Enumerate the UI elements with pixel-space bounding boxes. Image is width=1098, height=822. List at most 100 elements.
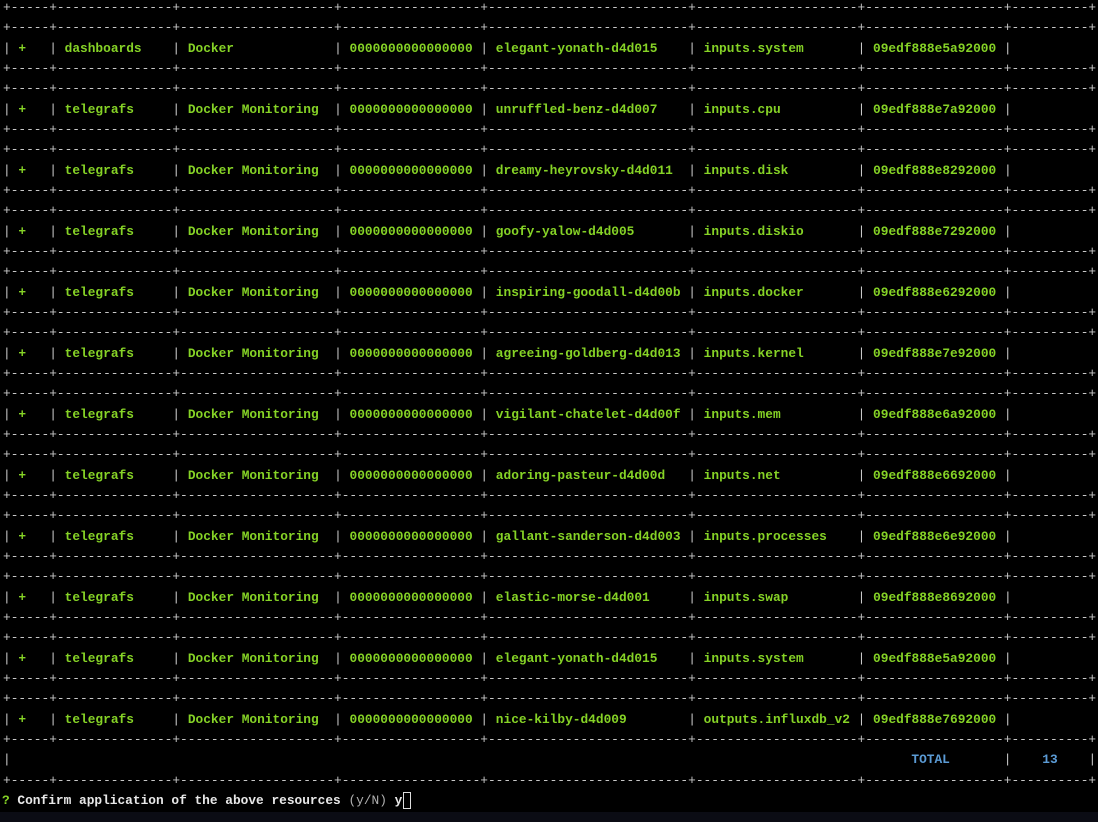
table-border: +-----+---------------+-----------------… <box>3 365 1097 381</box>
cell-stack: 09edf888e5a92000 <box>873 40 997 56</box>
cell-resource: inputs.system <box>703 650 804 666</box>
table-border: +-----+---------------+-----------------… <box>3 548 1097 564</box>
cell-divider: | <box>172 467 181 483</box>
cell-divider: | <box>688 101 696 117</box>
cell-kind: telegrafs <box>64 345 134 361</box>
cell-divider: | <box>480 650 489 666</box>
cell-divider: | <box>49 284 57 300</box>
cell-kind: telegrafs <box>64 406 134 422</box>
cell-divider: | <box>49 40 57 56</box>
cell-name: Docker Monitoring <box>187 284 319 300</box>
cell-name: Docker Monitoring <box>187 101 319 117</box>
cell-resource: outputs.influxdb_v2 <box>703 711 850 727</box>
cell-divider: | <box>49 589 57 605</box>
cell-action: + <box>18 711 27 727</box>
table-border: +-----+---------------+-----------------… <box>3 447 1097 463</box>
cell-divider: | <box>334 589 342 605</box>
table-row: | + | telegrafs | Docker Monitoring | 00… <box>3 588 1012 608</box>
cell-divider: | <box>1003 162 1012 178</box>
table-border: +-----+---------------+-----------------… <box>3 81 1097 97</box>
cell-divider: | <box>334 40 342 56</box>
cell-action: + <box>18 589 27 605</box>
table-row: | + | telegrafs | Docker Monitoring | 00… <box>3 710 1012 730</box>
cell-divider: | <box>1003 40 1012 56</box>
cell-divider: | <box>688 40 696 56</box>
cell-id: 0000000000000000 <box>349 528 473 544</box>
table-row: | + | telegrafs | Docker Monitoring | 00… <box>3 405 1012 425</box>
cell-divider: | <box>857 528 866 544</box>
cell-kind: telegrafs <box>64 467 134 483</box>
cell-divider: | <box>480 162 489 178</box>
cell-divider: | <box>688 162 696 178</box>
cell-kind: telegrafs <box>64 528 134 544</box>
cell-id: 0000000000000000 <box>349 101 473 117</box>
cell-divider: | <box>3 711 11 727</box>
table-border: +-----+---------------+-----------------… <box>3 325 1097 341</box>
cell-divider: | <box>49 711 57 727</box>
table-border: +-----+---------------+-----------------… <box>3 182 1097 198</box>
cell-divider: | <box>3 650 11 666</box>
prompt-input[interactable]: y <box>395 793 403 808</box>
cell-id: 0000000000000000 <box>349 284 473 300</box>
table-border: +-----+---------------+-----------------… <box>3 487 1097 503</box>
table-border: +-----+---------------+-----------------… <box>3 630 1097 646</box>
cell-divider: | <box>3 406 11 422</box>
table-border: +-----+---------------+-----------------… <box>3 0 1097 15</box>
cell-kind: telegrafs <box>64 101 134 117</box>
cell-divider: | <box>1003 284 1012 300</box>
cell-divider: | <box>688 711 696 727</box>
cell-name: Docker Monitoring <box>187 528 319 544</box>
cell-divider: | <box>857 284 866 300</box>
cell-divider: | <box>857 406 866 422</box>
cell-divider: | <box>688 528 696 544</box>
table-border: +-----+---------------+-----------------… <box>3 426 1097 442</box>
table-row: | + | telegrafs | Docker Monitoring | 00… <box>3 527 1012 547</box>
cell-stack: 09edf888e7a92000 <box>873 101 997 117</box>
cell-divider: | <box>172 162 181 178</box>
cell-resource: inputs.mem <box>703 406 781 422</box>
terminal-bottom-edge <box>0 812 1098 822</box>
cell-id: 0000000000000000 <box>349 711 473 727</box>
cell-id: 0000000000000000 <box>349 223 473 239</box>
cell-resource: inputs.system <box>703 40 804 56</box>
cell-divider: | <box>480 467 489 483</box>
confirm-prompt[interactable]: ? Confirm application of the above resou… <box>2 791 412 811</box>
cell-resource: inputs.disk <box>703 162 789 178</box>
cell-divider: | <box>1003 711 1012 727</box>
cell-divider: | <box>480 589 489 605</box>
table-border: +-----+---------------+-----------------… <box>3 60 1097 76</box>
cell-divider: | <box>688 284 696 300</box>
cell-divider: | <box>480 284 489 300</box>
cell-divider: | <box>688 650 696 666</box>
cell-template: dreamy-heyrovsky-d4d011 <box>495 162 673 178</box>
cell-divider: | <box>857 711 866 727</box>
cell-id: 0000000000000000 <box>349 345 473 361</box>
cell-stack: 09edf888e5a92000 <box>873 650 997 666</box>
cell-kind: telegrafs <box>64 284 134 300</box>
cell-action: + <box>18 650 27 666</box>
cell-action: + <box>18 467 27 483</box>
cell-divider: | <box>3 284 11 300</box>
cell-divider: | <box>857 345 866 361</box>
table-row: | + | telegrafs | Docker Monitoring | 00… <box>3 222 1012 242</box>
cell-divider: | <box>172 711 181 727</box>
cell-template: elegant-yonath-d4d015 <box>495 650 658 666</box>
cell-divider: | <box>334 406 342 422</box>
cell-divider: | <box>334 284 342 300</box>
cell-divider: | <box>49 345 57 361</box>
cell-stack: 09edf888e7e92000 <box>873 345 997 361</box>
table-row: | + | telegrafs | Docker Monitoring | 00… <box>3 649 1012 669</box>
cell-name: Docker Monitoring <box>187 589 319 605</box>
table-border: +-----+---------------+-----------------… <box>3 264 1097 280</box>
cell-divider: | <box>480 345 489 361</box>
table-border: +-----+---------------+-----------------… <box>3 731 1097 747</box>
cell-divider: | <box>1003 528 1012 544</box>
cell-divider: | <box>480 406 489 422</box>
cell-divider: | <box>857 467 866 483</box>
cell-action: + <box>18 101 27 117</box>
cell-name: Docker Monitoring <box>187 162 319 178</box>
cell-divider: | <box>172 284 181 300</box>
cell-divider: | <box>3 752 11 768</box>
cell-stack: 09edf888e7292000 <box>873 223 997 239</box>
cell-template: agreeing-goldberg-d4d013 <box>495 345 681 361</box>
